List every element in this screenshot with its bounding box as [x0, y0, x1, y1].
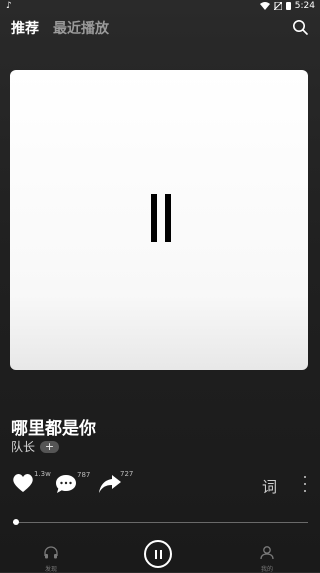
comment-count: 787 [77, 471, 91, 479]
play-pause-button[interactable] [144, 540, 172, 568]
share-icon[interactable] [99, 475, 121, 493]
pause-icon [160, 550, 162, 559]
album-cover[interactable] [10, 70, 308, 370]
follow-button[interactable]: + [40, 440, 60, 453]
wifi-icon [259, 2, 270, 10]
pause-overlay-icon [151, 194, 157, 242]
no-sim-icon [273, 2, 282, 10]
tab-recently-played[interactable]: 最近播放 [53, 18, 109, 38]
comment-icon[interactable] [56, 475, 76, 493]
clock: 5:24 [294, 1, 315, 11]
search-icon[interactable] [292, 19, 308, 35]
user-icon [260, 546, 274, 560]
battery-icon [285, 2, 291, 10]
artist-row: 队长 + [11, 438, 60, 455]
pause-overlay-icon [165, 194, 171, 242]
song-title: 哪里都是你 [11, 419, 96, 439]
like-icon[interactable] [12, 473, 34, 493]
progress-bar[interactable] [13, 522, 308, 523]
artist-name[interactable]: 队长 [11, 438, 35, 455]
music-note-icon: ♪ [6, 1, 12, 11]
lyrics-button[interactable]: 词 [262, 476, 277, 497]
more-options-icon[interactable] [302, 476, 308, 492]
tab-recommend[interactable]: 推荐 [11, 18, 39, 38]
pause-icon [155, 550, 157, 559]
top-tabs: 推荐 最近播放 [11, 18, 109, 38]
share-count: 727 [120, 470, 134, 478]
progress-thumb[interactable] [12, 519, 19, 525]
headphones-icon [44, 546, 58, 559]
status-bar: ♪ 5:24 [0, 0, 319, 12]
status-icons: 5:24 [259, 0, 315, 12]
like-count: 1.3w [34, 470, 51, 478]
nav-discover[interactable]: 发现 [31, 544, 71, 573]
nav-mine[interactable]: 我的 [247, 544, 287, 573]
